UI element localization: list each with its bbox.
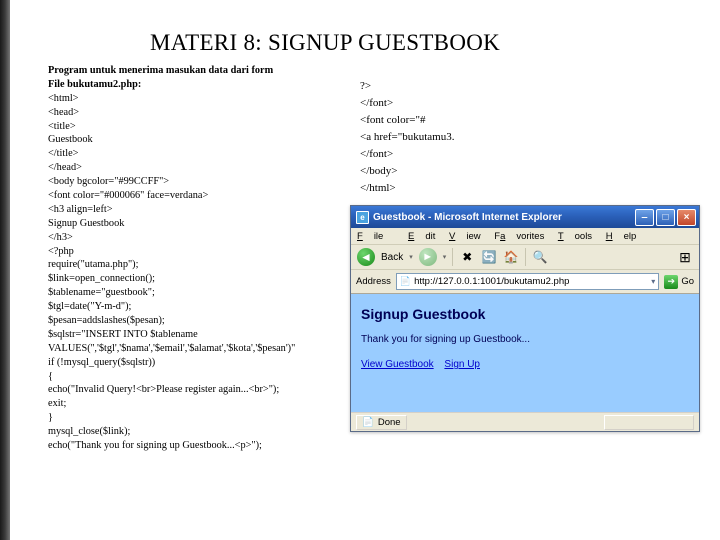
back-button[interactable]: Back <box>381 252 403 263</box>
sign-up-link[interactable]: Sign Up <box>444 359 480 370</box>
code-line: } <box>48 411 348 425</box>
windows-flag-icon: ⊞ <box>677 249 693 265</box>
view-guestbook-link[interactable]: View Guestbook <box>361 359 434 370</box>
code-line: <body bgcolor="#99CCFF"> <box>48 175 348 189</box>
maximize-button[interactable]: □ <box>656 209 675 226</box>
menu-edit[interactable]: Edit <box>408 231 435 242</box>
stop-icon[interactable]: ✖ <box>459 249 475 265</box>
code-line: </font> <box>360 146 454 163</box>
code-left-column: Program untuk menerima masukan data dari… <box>48 64 348 453</box>
code-line: <h3 align=left> <box>48 203 348 217</box>
back-icon[interactable]: ◄ <box>357 248 375 266</box>
code-line: <title> <box>48 120 348 134</box>
ie-status-bar: 📄 Done <box>351 412 699 431</box>
address-dropdown[interactable]: ▾ <box>651 277 655 286</box>
code-line: echo("Thank you for signing up Guestbook… <box>48 439 348 453</box>
code-line: ?> <box>360 78 454 95</box>
menu-file[interactable]: File <box>357 231 394 242</box>
ie-app-icon: e <box>356 211 369 224</box>
side-stripe <box>0 0 10 540</box>
address-input[interactable]: 📄 http://127.0.0.1:1001/bukutamu2.php ▾ <box>396 273 659 290</box>
toolbar-separator <box>525 248 526 266</box>
menu-tools[interactable]: Tools <box>558 231 592 242</box>
refresh-icon[interactable]: 🔄 <box>481 249 497 265</box>
page-links: View Guestbook Sign Up <box>361 359 689 370</box>
code-header-2: File bukutamu2.php: <box>48 78 348 92</box>
code-line: </title> <box>48 147 348 161</box>
forward-dropdown[interactable]: ▾ <box>443 253 447 261</box>
menu-help[interactable]: Help <box>606 231 637 242</box>
go-icon: ➔ <box>664 275 678 289</box>
home-icon[interactable]: 🏠 <box>503 249 519 265</box>
code-line: Guestbook <box>48 133 348 147</box>
code-line: VALUES('','$tgl','$nama','$email','$alam… <box>48 342 348 356</box>
address-label: Address <box>356 276 391 287</box>
minimize-button[interactable]: ‒ <box>635 209 654 226</box>
code-line: $tgl=date("Y-m-d"); <box>48 300 348 314</box>
back-dropdown[interactable]: ▾ <box>409 253 413 261</box>
done-icon: 📄 <box>362 417 374 428</box>
code-line: $link=open_connection(); <box>48 272 348 286</box>
ie-window-title: Guestbook - Microsoft Internet Explorer <box>373 212 562 223</box>
code-line: $sqlstr="INSERT INTO $tablename <box>48 328 348 342</box>
code-line: <font color="# <box>360 112 454 129</box>
code-line: </body> <box>360 163 454 180</box>
code-line: </h3> <box>48 231 348 245</box>
ie-window: e Guestbook - Microsoft Internet Explore… <box>350 205 700 432</box>
code-line: <a href="bukutamu3. <box>360 129 454 146</box>
go-button[interactable]: ➔ Go <box>664 275 694 289</box>
search-icon[interactable]: 🔍 <box>532 249 548 265</box>
code-right-column: ?> </font> <font color="# <a href="bukut… <box>360 78 454 197</box>
code-line: exit; <box>48 397 348 411</box>
toolbar-separator <box>452 248 453 266</box>
code-line: require("utama.php"); <box>48 258 348 272</box>
ie-toolbar: ◄ Back ▾ ► ▾ ✖ 🔄 🏠 🔍 ⊞ <box>351 245 699 270</box>
go-label: Go <box>681 276 694 287</box>
code-line: </head> <box>48 161 348 175</box>
slide-title: MATERI 8: SIGNUP GUESTBOOK <box>150 30 500 56</box>
page-icon: 📄 <box>400 276 411 287</box>
forward-button[interactable]: ► <box>419 248 437 266</box>
code-line: Signup Guestbook <box>48 217 348 231</box>
code-line: </html> <box>360 180 454 197</box>
code-line: <html> <box>48 92 348 106</box>
code-header-1: Program untuk menerima masukan data dari… <box>48 64 348 78</box>
page-message: Thank you for signing up Guestbook... <box>361 334 689 345</box>
status-zone <box>604 415 694 430</box>
code-line: </font> <box>360 95 454 112</box>
ie-menubar: File Edit View Favorites Tools Help <box>351 228 699 245</box>
ie-address-bar: Address 📄 http://127.0.0.1:1001/bukutamu… <box>351 270 699 294</box>
ie-titlebar[interactable]: e Guestbook - Microsoft Internet Explore… <box>351 206 699 228</box>
code-line: <head> <box>48 106 348 120</box>
code-line: $tablename="guestbook"; <box>48 286 348 300</box>
code-line: { <box>48 370 348 384</box>
ie-page-content: Signup Guestbook Thank you for signing u… <box>351 294 699 412</box>
code-line: <?php <box>48 245 348 259</box>
code-line: echo("Invalid Query!<br>Please register … <box>48 383 348 397</box>
code-line: $pesan=addslashes($pesan); <box>48 314 348 328</box>
code-line: mysql_close($link); <box>48 425 348 439</box>
close-button[interactable]: × <box>677 209 696 226</box>
address-url: http://127.0.0.1:1001/bukutamu2.php <box>414 276 569 287</box>
menu-favorites[interactable]: Favorites <box>494 231 544 242</box>
status-text: 📄 Done <box>356 415 407 430</box>
menu-view[interactable]: View <box>449 231 481 242</box>
code-line: <font color="#000066" face=verdana> <box>48 189 348 203</box>
code-line: if (!mysql_query($sqlstr)) <box>48 356 348 370</box>
page-heading: Signup Guestbook <box>361 306 689 322</box>
